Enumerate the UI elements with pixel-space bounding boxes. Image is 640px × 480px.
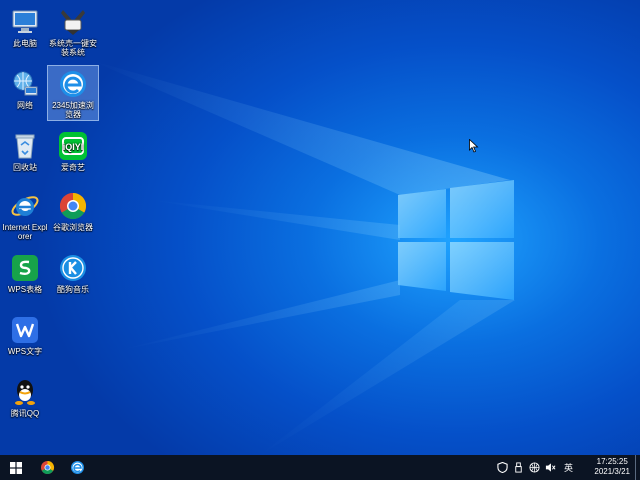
desktop-icon-label: 腾讯QQ: [10, 409, 40, 418]
taskbar-2345-browser-button[interactable]: [63, 455, 91, 480]
desktop-icon-label: 酷狗音乐: [57, 285, 89, 294]
desktop-icon-this-pc[interactable]: 此电脑: [0, 4, 50, 48]
installer-icon: [61, 10, 85, 35]
input-method-indicator[interactable]: 英: [564, 461, 573, 474]
chrome-icon: [40, 460, 54, 475]
desktop-icon-label: WPS文字: [7, 347, 43, 356]
desktop-icon-label: 2345加速浏览器: [52, 101, 94, 119]
desktop-icon-label: 爱奇艺: [61, 163, 85, 172]
desktop-icon-qq[interactable]: 腾讯QQ: [0, 374, 50, 418]
desktop-icon-wps-sheet[interactable]: WPS表格: [0, 250, 50, 294]
desktop-icon-iqiyi[interactable]: iQIYI 爱奇艺: [48, 128, 98, 172]
clock-date: 2021/3/21: [594, 467, 630, 476]
wps-writer-icon: [12, 317, 38, 343]
mouse-cursor-icon: [469, 139, 479, 153]
qq-icon: [15, 380, 35, 405]
browser-2345-icon: [70, 461, 84, 474]
computer-icon: [12, 10, 38, 33]
start-icon: [10, 461, 22, 474]
usb-device-icon[interactable]: [512, 462, 524, 474]
desktop-icon-label: 此电脑: [13, 39, 37, 48]
desktop-icon-network[interactable]: 网络: [0, 66, 50, 110]
security-shield-icon[interactable]: [496, 462, 508, 474]
network-globe-icon[interactable]: [528, 462, 540, 474]
show-desktop-button[interactable]: [635, 455, 640, 480]
desktop-icon-wps-writer[interactable]: WPS文字: [0, 312, 50, 356]
taskbar-chrome-button[interactable]: [33, 455, 61, 480]
desktop-icon-installer[interactable]: 系统売一键安装系统: [48, 4, 98, 57]
taskbar: 英 17:25:25 2021/3/21: [0, 455, 640, 480]
clock-time: 17:25:25: [596, 457, 628, 466]
desktop-icon-kugou[interactable]: 酷狗音乐: [48, 250, 98, 294]
kugou-icon: [60, 255, 86, 281]
wps-sheet-icon: [12, 255, 38, 281]
volume-muted-icon[interactable]: [544, 462, 556, 474]
desktop-icon-label: WPS表格: [7, 285, 43, 294]
desktop-icon-label: 谷歌浏览器: [53, 223, 93, 232]
browser-2345-icon: [60, 71, 86, 97]
windows-logo-wallpaper: [398, 180, 514, 300]
desktop-icon-internet-explorer[interactable]: Internet Explorer: [0, 188, 50, 241]
taskbar-clock[interactable]: 17:25:25 2021/3/21: [594, 457, 630, 477]
desktop-icon-label: 回收站: [13, 163, 37, 172]
desktop-icon-label: 网络: [17, 101, 33, 110]
desktop-icon-label: 系统売一键安装系统: [49, 39, 97, 57]
network-icon: [13, 71, 38, 96]
desktop-icon-recycle-bin[interactable]: 回收站: [0, 128, 50, 172]
desktop-icon-2345-browser[interactable]: 2345加速浏览器: [47, 65, 99, 121]
recycle-bin-icon: [15, 134, 35, 159]
start-button[interactable]: [2, 455, 30, 480]
iqiyi-icon: iQIYI: [59, 132, 87, 160]
chrome-icon: [59, 192, 87, 220]
desktop-icon-label: Internet Explorer: [2, 223, 48, 241]
system-tray: 英: [496, 455, 577, 480]
svg-text:iQIYI: iQIYI: [63, 142, 84, 152]
desktop-icon-chrome[interactable]: 谷歌浏览器: [48, 188, 98, 232]
ie-icon: [11, 196, 39, 216]
